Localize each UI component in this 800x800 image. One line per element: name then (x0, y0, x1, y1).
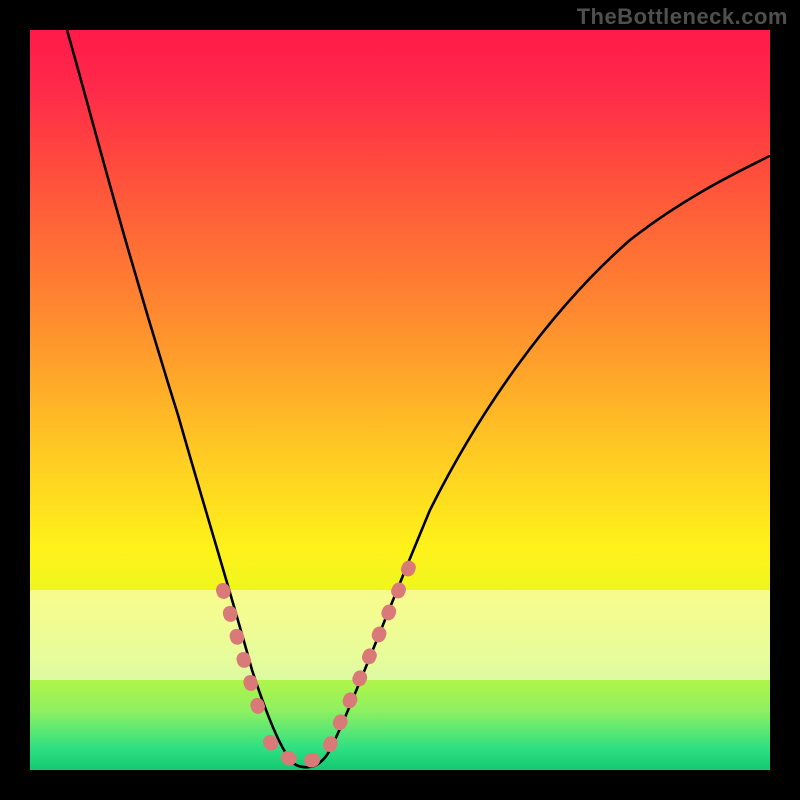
left-branch-dots (223, 590, 262, 720)
right-branch-dots (330, 565, 410, 745)
chart-frame: TheBottleneck.com (0, 0, 800, 800)
plot-area (30, 30, 770, 770)
curve-svg (30, 30, 770, 770)
watermark-text: TheBottleneck.com (577, 4, 788, 30)
bottleneck-curve-line (67, 30, 770, 767)
valley-dots (270, 742, 328, 762)
